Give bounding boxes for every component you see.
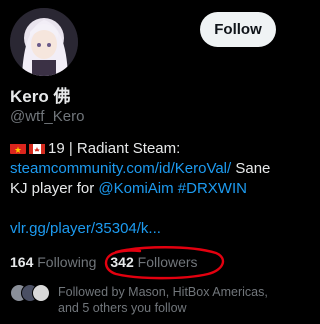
bio-text-kj-player: KJ player for — [10, 180, 99, 197]
mention-komiaim[interactable]: @KomiAim — [98, 180, 173, 197]
user-handle[interactable]: @wtf_Kero — [10, 108, 84, 125]
steam-profile-link[interactable]: steamcommunity.com/id/KeroVal/ — [10, 160, 231, 177]
following-count: 164 — [10, 254, 34, 270]
following-label: Following — [37, 254, 97, 270]
mutual-avatars — [10, 284, 50, 302]
canada-flag-icon — [29, 142, 45, 154]
bio-text-sane: Sane — [231, 160, 271, 177]
avatar[interactable] — [10, 8, 78, 76]
vietnam-flag-icon — [10, 142, 26, 154]
follow-stats: 164 Following 342 Followers — [10, 254, 198, 270]
bio-text-age-rank: 19 | Radiant Steam: — [48, 140, 181, 157]
bio-line-4: vlr.gg/player/35304/k... — [10, 219, 278, 239]
followers-stat[interactable]: 342 Followers — [110, 254, 197, 270]
followers-count: 342 — [110, 254, 134, 270]
follow-button[interactable]: Follow — [200, 12, 276, 47]
vlr-player-link[interactable]: vlr.gg/player/35304/k... — [10, 220, 161, 237]
following-stat[interactable]: 164 Following — [10, 254, 96, 270]
mutual-avatar-3 — [32, 284, 50, 302]
bio-blank-line — [10, 199, 278, 219]
followed-by-text: Followed by Mason, HitBox Americas, and … — [58, 285, 268, 315]
profile-hover-card: Follow Kero 佛 @wtf_Kero 19 | Radiant Ste… — [0, 0, 284, 324]
bio: 19 | Radiant Steam: steamcommunity.com/i… — [10, 139, 278, 239]
hashtag-drxwin[interactable]: #DRXWIN — [178, 180, 247, 197]
display-name[interactable]: Kero 佛 — [10, 82, 70, 107]
bio-line-1: 19 | Radiant Steam: — [10, 139, 278, 159]
avatar-image — [10, 8, 78, 76]
bio-line-3: KJ player for @KomiAim #DRXWIN — [10, 179, 278, 199]
bio-line-2: steamcommunity.com/id/KeroVal/ Sane — [10, 159, 278, 179]
followers-label: Followers — [137, 254, 198, 270]
